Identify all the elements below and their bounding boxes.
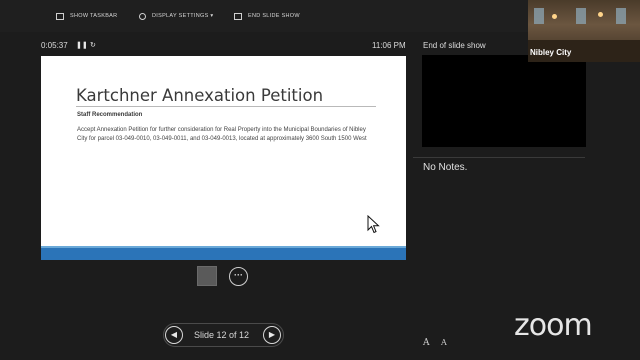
- panel-divider: [413, 157, 585, 158]
- video-window: [534, 8, 544, 24]
- video-light: [598, 12, 603, 17]
- show-taskbar-label: SHOW TASKBAR: [70, 13, 118, 19]
- display-settings-button[interactable]: DISPLAY SETTINGS ▾: [139, 10, 213, 22]
- speaker-notes: No Notes.: [423, 162, 468, 173]
- next-slide-icon[interactable]: ▶: [263, 326, 281, 344]
- slide-counter[interactable]: Slide 12 of 12: [194, 330, 249, 340]
- title-divider: [76, 106, 376, 107]
- end-slide-show-button[interactable]: END SLIDE SHOW: [234, 10, 300, 22]
- prev-slide-icon[interactable]: ◀: [165, 326, 183, 344]
- current-time: 11:06 PM: [372, 41, 406, 50]
- next-slide-title: End of slide show: [423, 41, 486, 50]
- video-window: [616, 8, 626, 24]
- participant-video[interactable]: Nibley City: [528, 0, 640, 62]
- font-increase-icon[interactable]: A: [423, 338, 430, 348]
- display-settings-label: DISPLAY SETTINGS ▾: [152, 13, 214, 19]
- font-decrease-icon[interactable]: A: [441, 338, 447, 347]
- slide-subtitle: Staff Recommendation: [77, 112, 143, 118]
- end-show-icon: [234, 12, 242, 20]
- current-slide[interactable]: Kartchner Annexation Petition Staff Reco…: [41, 56, 406, 260]
- slide-body-text: Accept Annexation Petition for further c…: [77, 127, 367, 142]
- taskbar-icon: [56, 12, 64, 20]
- video-light: [552, 14, 557, 19]
- gear-icon: [139, 12, 146, 20]
- slide-footer-bar: [41, 248, 406, 260]
- video-window: [576, 8, 586, 24]
- participant-name: Nibley City: [530, 48, 572, 57]
- slide-navigator: ◀ Slide 12 of 12 ▶: [163, 323, 284, 347]
- elapsed-timer: 0:05:37: [41, 41, 68, 50]
- end-slide-show-label: END SLIDE SHOW: [248, 13, 300, 19]
- next-slide-preview: [422, 55, 586, 147]
- slide-title: Kartchner Annexation Petition: [76, 86, 324, 105]
- more-options-icon[interactable]: ···: [229, 267, 248, 286]
- mouse-cursor-icon: [367, 215, 380, 234]
- reset-icon[interactable]: ↻: [90, 41, 96, 49]
- zoom-logo: zoom: [514, 308, 593, 343]
- pause-icon[interactable]: ❚❚: [76, 41, 88, 49]
- show-taskbar-button[interactable]: SHOW TASKBAR: [56, 10, 117, 22]
- pen-tool-icon[interactable]: [197, 266, 217, 286]
